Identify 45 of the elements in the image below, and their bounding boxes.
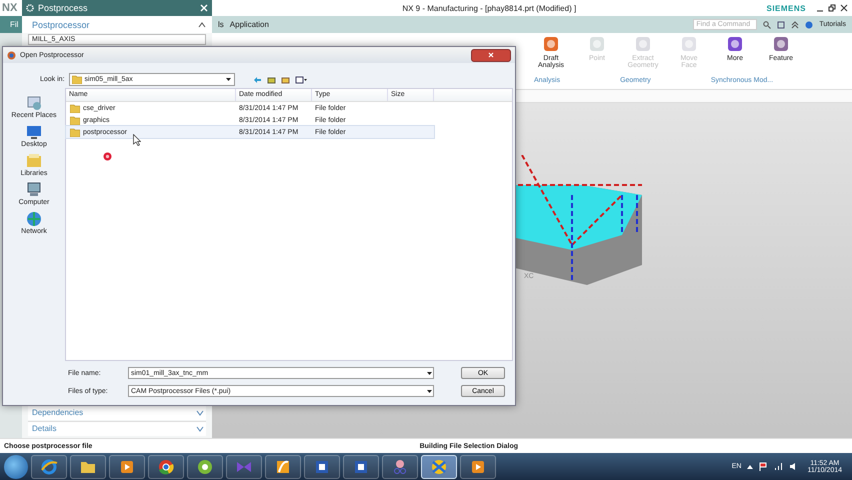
search-icon[interactable] [763, 20, 772, 28]
menu-item[interactable]: ls [218, 20, 224, 29]
chevron-icon[interactable] [747, 464, 754, 469]
chevron-icon[interactable] [198, 22, 206, 28]
section-header[interactable]: Postprocessor [22, 16, 212, 33]
app-icon [430, 458, 448, 476]
ribbon-tool-icon [680, 35, 698, 53]
up-folder-icon[interactable] [266, 76, 276, 84]
click-marker-icon [103, 152, 112, 161]
flame-icon [274, 458, 292, 476]
brand-logo: SIEMENS [766, 4, 806, 12]
app-logo: NX [1, 2, 18, 14]
folder-icon [72, 75, 82, 84]
wheel-icon [157, 458, 175, 476]
window-icon[interactable] [777, 20, 786, 28]
ribbon-tool-icon [634, 35, 652, 53]
globe-icon [40, 458, 58, 476]
section-title: Postprocessor [32, 20, 90, 30]
close-button[interactable] [471, 48, 511, 62]
window-title: NX 9 - Manufacturing - [phay8814.prt (Modified) ] [401, 4, 578, 12]
menu-item[interactable]: Application [230, 20, 269, 29]
swirl-icon [196, 458, 214, 476]
section-header[interactable]: Details [32, 424, 56, 434]
recent-places-icon[interactable] [24, 94, 43, 112]
restore-icon[interactable] [828, 4, 836, 12]
start-button[interactable] [4, 454, 28, 478]
section-header[interactable]: Dependencies [32, 408, 84, 418]
back-arrow-icon[interactable] [252, 76, 262, 84]
taskbar-button[interactable] [421, 454, 457, 478]
gear-icon [26, 4, 34, 12]
panel-title: Postprocess [38, 3, 88, 13]
ribbon-tool-icon [588, 35, 606, 53]
flag-icon[interactable] [759, 462, 768, 471]
app-icon [7, 50, 16, 60]
close-icon[interactable] [840, 4, 848, 12]
mouse-pointer-icon [133, 134, 141, 146]
computer-icon[interactable] [24, 181, 43, 199]
view-menu-icon[interactable] [294, 76, 307, 84]
signal-icon[interactable] [774, 462, 784, 471]
scissors-icon [391, 458, 409, 476]
new-folder-icon[interactable] [280, 76, 290, 84]
desktop-icon[interactable] [25, 123, 43, 141]
chevron-icon[interactable] [791, 20, 800, 28]
help-icon[interactable] [805, 20, 814, 28]
network-icon[interactable] [25, 210, 43, 228]
